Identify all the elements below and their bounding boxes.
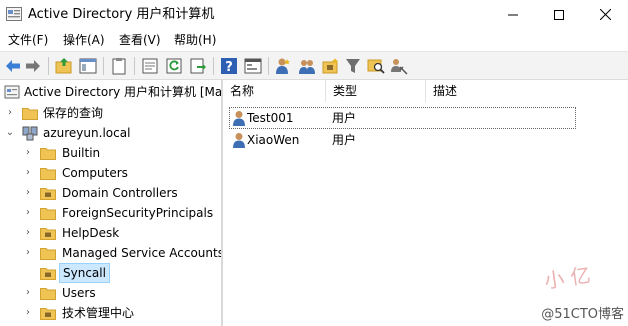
- tree-node-managed-service-accounts[interactable]: › Managed Service Accounts: [0, 243, 221, 263]
- tree-root-node[interactable]: Active Directory 用户和计算机 [Ma: [0, 82, 221, 102]
- chevron-right-icon[interactable]: ›: [23, 163, 33, 183]
- column-header-type[interactable]: 类型: [326, 80, 426, 102]
- folder-icon: [40, 288, 56, 300]
- list-cell-name: XiaoWen: [247, 133, 300, 147]
- list-cell-type: 用户: [332, 133, 357, 147]
- tree-node-label: Managed Service Accounts: [62, 246, 221, 260]
- new-user-icon[interactable]: [274, 57, 292, 75]
- tree-node-label: Computers: [62, 166, 128, 180]
- tree-node-label: 保存的查询: [43, 106, 104, 120]
- chevron-right-icon[interactable]: ›: [23, 183, 33, 203]
- show-tree-icon[interactable]: [79, 57, 97, 75]
- console-icon[interactable]: [244, 57, 262, 75]
- watermark-text: @51CTO博客: [541, 307, 624, 322]
- menu-view[interactable]: 查看(V): [119, 32, 161, 48]
- menu-help[interactable]: 帮助(H): [174, 32, 216, 48]
- user-icon: [233, 133, 245, 148]
- new-ou-icon[interactable]: [322, 57, 340, 75]
- chevron-right-icon[interactable]: ›: [23, 283, 33, 303]
- menu-action[interactable]: 操作(A): [63, 32, 105, 48]
- tree-root-label: Active Directory 用户和计算机 [Ma: [24, 85, 221, 99]
- delegate-icon[interactable]: [390, 57, 408, 75]
- chevron-down-icon[interactable]: ⌄: [5, 123, 15, 143]
- tree-node-label: Users: [62, 286, 96, 300]
- properties-icon[interactable]: [141, 57, 159, 75]
- find-icon[interactable]: [367, 57, 385, 75]
- tree-node-label: azureyun.local: [43, 126, 131, 140]
- ad-console-icon: [4, 85, 20, 99]
- clipboard-icon[interactable]: [110, 57, 128, 75]
- organizational-unit-icon: [40, 308, 56, 320]
- folder-icon: [22, 108, 38, 120]
- title-bar[interactable]: Active Directory 用户和计算机: [0, 0, 628, 29]
- maximize-icon: [554, 9, 564, 20]
- new-group-icon[interactable]: [298, 57, 316, 75]
- toolbar-separator: [48, 57, 49, 75]
- chevron-right-icon[interactable]: ›: [23, 223, 33, 243]
- folder-icon: [40, 168, 56, 180]
- minimize-button[interactable]: [490, 0, 536, 29]
- close-icon: [599, 9, 611, 20]
- tree-node-users[interactable]: › Users: [0, 283, 221, 303]
- close-button[interactable]: [582, 0, 628, 29]
- folder-icon: [40, 208, 56, 220]
- back-arrow-icon[interactable]: [4, 57, 22, 75]
- folder-icon: [40, 248, 56, 260]
- ad-users-computers-app-icon: [6, 7, 22, 21]
- tree-node-computers[interactable]: › Computers: [0, 163, 221, 183]
- tree-node-helpdesk[interactable]: › HelpDesk: [0, 223, 221, 243]
- list-row-xiaowen[interactable]: XiaoWen 用户: [229, 130, 576, 150]
- up-folder-icon[interactable]: [55, 57, 73, 75]
- navigation-tree[interactable]: Active Directory 用户和计算机 [Ma › 保存的查询 ⌄ az…: [0, 80, 221, 326]
- list-cell-type: 用户: [332, 111, 357, 125]
- folder-icon: [40, 148, 56, 160]
- tree-node-label: Builtin: [62, 146, 101, 160]
- toolbar-separator: [103, 57, 104, 75]
- tree-node-domain-controllers[interactable]: › Domain Controllers: [0, 183, 221, 203]
- chevron-right-icon[interactable]: ›: [23, 303, 33, 323]
- help-icon[interactable]: ?: [220, 57, 238, 75]
- user-icon: [233, 111, 245, 126]
- menu-file[interactable]: 文件(F): [8, 32, 48, 48]
- maximize-button[interactable]: [536, 0, 582, 29]
- refresh-icon[interactable]: [165, 57, 183, 75]
- export-list-icon[interactable]: [189, 57, 207, 75]
- chevron-right-icon[interactable]: ›: [23, 203, 33, 223]
- filter-icon[interactable]: [344, 57, 362, 75]
- organizational-unit-icon: [40, 268, 56, 280]
- minimize-icon: [508, 14, 518, 15]
- tree-node-syncall[interactable]: Syncall: [0, 263, 221, 283]
- toolbar-separator: [134, 57, 135, 75]
- toolbar: ?: [0, 51, 628, 80]
- tree-node-label-selected: Syncall: [59, 263, 110, 283]
- tree-node-builtin[interactable]: › Builtin: [0, 143, 221, 163]
- tree-node-label: 技术管理中心: [62, 306, 135, 320]
- tree-node-label: HelpDesk: [62, 226, 120, 240]
- window-title: Active Directory 用户和计算机: [28, 7, 215, 22]
- tree-node-foreign-security-principals[interactable]: › ForeignSecurityPrincipals: [0, 203, 221, 223]
- toolbar-separator: [268, 57, 269, 75]
- tree-node-label: Domain Controllers: [62, 186, 178, 200]
- menu-bar: 文件(F) 操作(A) 查看(V) 帮助(H): [0, 29, 628, 51]
- list-row-test001[interactable]: Test001 用户: [229, 107, 576, 129]
- tree-node-saved-queries[interactable]: › 保存的查询: [0, 103, 221, 123]
- tree-node-domain[interactable]: ⌄ azureyun.local: [0, 123, 221, 143]
- chevron-right-icon[interactable]: ›: [23, 243, 33, 263]
- forward-arrow-icon[interactable]: [24, 57, 42, 75]
- chevron-right-icon[interactable]: ›: [23, 143, 33, 163]
- column-header-description[interactable]: 描述: [426, 80, 628, 102]
- domain-icon: [22, 126, 38, 141]
- organizational-unit-icon: [40, 228, 56, 240]
- toolbar-separator: [213, 57, 214, 75]
- column-header-name[interactable]: 名称: [223, 80, 326, 102]
- tree-node-tech-management-center[interactable]: › 技术管理中心: [0, 303, 221, 323]
- tree-node-label: ForeignSecurityPrincipals: [62, 206, 214, 220]
- chevron-right-icon[interactable]: ›: [5, 103, 15, 123]
- list-cell-name: Test001: [247, 111, 294, 125]
- organizational-unit-icon: [40, 188, 56, 200]
- svg-text:?: ?: [225, 60, 233, 75]
